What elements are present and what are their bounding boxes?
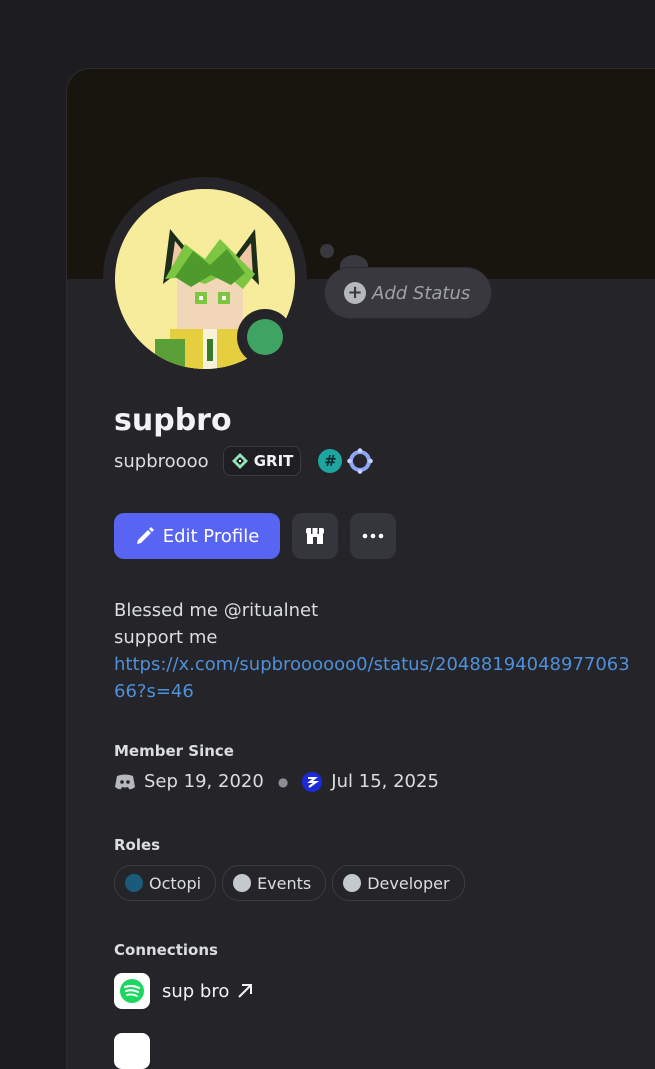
member-since-heading: Member Since [114,742,234,760]
bio: Blessed me @ritualnet support me https:/… [114,597,634,705]
bio-line: Blessed me @ritualnet [114,600,319,621]
edit-profile-label: Edit Profile [162,525,260,547]
role-pill[interactable]: Developer [332,865,465,901]
spotify-icon [114,973,150,1009]
plus-icon: + [344,282,366,304]
profile-actions: Edit Profile [114,513,396,559]
gear-badge-icon[interactable] [347,448,374,474]
role-name: Developer [367,873,450,893]
thought-bubble-small [320,244,334,258]
bio-link[interactable]: https://x.com/supbroooooo0/status/204881… [114,651,634,705]
online-status-indicator [247,319,283,355]
member-since-row: Sep 19, 2020 ● Jul 15, 2025 [114,771,439,792]
shop-button[interactable] [292,513,338,559]
external-link-icon [238,984,253,998]
role-color-dot [343,874,362,892]
more-options-button[interactable] [350,513,396,559]
add-status-button[interactable]: + Add Status [324,267,492,319]
edit-profile-button[interactable]: Edit Profile [114,513,280,559]
display-name: supbro [114,403,232,438]
hashtag-badge-icon[interactable]: # [318,449,343,473]
connection-item[interactable]: sup bro [114,973,254,1009]
profile-card: + Add Status supbro supbroooo GRIT # Edi… [66,68,655,1069]
diamond-icon [231,453,248,469]
role-color-dot [233,874,252,892]
role-name: Octopi [149,873,202,893]
pencil-icon [136,527,154,544]
role-color-dot [125,874,143,892]
role-pill[interactable]: Events [222,865,327,901]
server-join-date: Jul 15, 2025 [331,771,439,792]
shop-icon [306,528,324,544]
discord-icon [115,774,135,789]
guild-tag[interactable]: GRIT [222,446,302,476]
connections-heading: Connections [114,941,218,959]
connection-name: sup bro [162,980,230,1002]
connection-icon-partial[interactable] [114,1033,150,1069]
add-status-label: Add Status [372,282,471,304]
username-row: supbroooo GRIT # [114,446,374,476]
username[interactable]: supbroooo [114,451,209,472]
bio-line: support me [114,627,218,648]
separator-dot: ● [277,774,289,789]
discord-join-date: Sep 19, 2020 [144,771,264,792]
server-icon [302,771,323,792]
more-icon [362,533,384,539]
role-name: Events [257,873,312,893]
roles-heading: Roles [114,836,161,854]
guild-tag-label: GRIT [253,452,294,470]
role-pill[interactable]: Octopi [114,865,217,901]
roles-list: Octopi Events Developer [114,865,471,901]
